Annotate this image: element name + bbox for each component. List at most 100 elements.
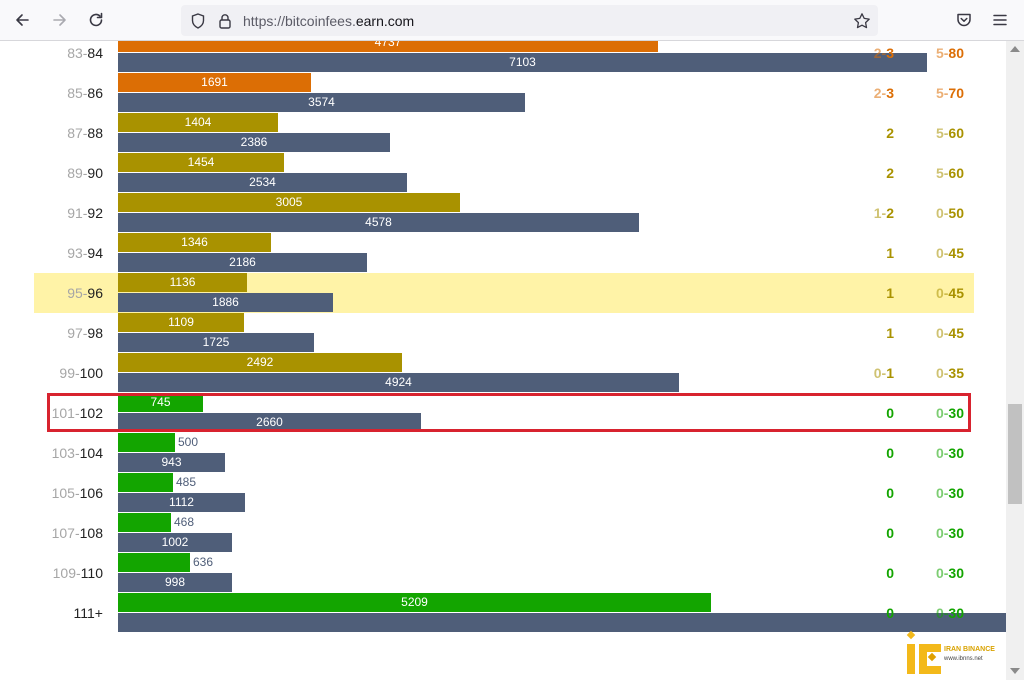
time-minutes-high: 30	[948, 485, 964, 501]
fee-range-high: 106	[79, 485, 103, 501]
bookmark-star-icon[interactable]	[853, 12, 871, 30]
tx-24h-bar: 2386	[118, 133, 390, 152]
bar-value: 1691	[201, 75, 228, 89]
url-text[interactable]: https://bitcoinfees.earn.com	[243, 13, 414, 29]
tx-24h-bar: 1886	[118, 293, 333, 312]
delay-blocks: 0	[846, 473, 894, 513]
address-bar[interactable]: https://bitcoinfees.earn.com	[181, 5, 878, 36]
bar-value: 485	[176, 475, 197, 489]
unconfirmed-tx-bar: 1404	[118, 113, 278, 132]
fee-range-high: 84	[87, 45, 103, 61]
bar-value: 4924	[385, 375, 412, 389]
reload-button[interactable]	[82, 6, 110, 34]
fee-range-low: 107-	[51, 525, 80, 541]
tx-24h-bar: 2534	[118, 173, 407, 192]
back-button[interactable]	[8, 6, 36, 34]
bar-value: 998	[164, 575, 186, 589]
delay-blocks-high: 0	[886, 565, 894, 581]
delay-blocks-high: 1	[886, 245, 894, 261]
time-minutes-low: 0-	[935, 565, 949, 581]
url-prefix: https://bitcoinfees.	[243, 13, 356, 29]
time-minutes-high: 30	[948, 525, 964, 541]
fee-row[interactable]: 85-86 1691 3574 2-3 5-70	[34, 73, 974, 113]
bar-value: 3005	[275, 195, 303, 209]
scroll-down-arrow-icon[interactable]	[1010, 668, 1020, 674]
back-arrow-icon	[16, 14, 29, 26]
fee-row[interactable]: 99-100 2492 4924 0-1 0-35	[34, 353, 974, 393]
unconfirmed-tx-bar: 1454	[118, 153, 284, 172]
browser-toolbar: https://bitcoinfees.earn.com	[0, 0, 1024, 41]
vertical-scrollbar[interactable]	[1006, 41, 1024, 680]
delay-blocks: 1	[846, 233, 894, 273]
unconfirmed-tx-bar: 1691	[118, 73, 311, 92]
fee-range-label: 107-108	[34, 513, 103, 553]
delay-blocks-high: 0	[886, 525, 894, 541]
fee-row[interactable]: 95-96 1136 1886 1 0-45	[34, 273, 974, 313]
fee-row[interactable]: 111+52091710900-30	[34, 593, 1006, 633]
app-menu-button[interactable]	[986, 6, 1014, 34]
fee-range-high: 104	[79, 445, 103, 461]
time-minutes-high: 45	[948, 245, 964, 261]
delay-blocks-high: 0	[886, 485, 894, 501]
pocket-button[interactable]	[950, 6, 978, 34]
bar-value: 1346	[181, 235, 208, 249]
fee-row[interactable]: 105-106 485 1112 0 0-30	[34, 473, 974, 513]
scrollbar-thumb[interactable]	[1008, 404, 1022, 504]
time-minutes-low: 0-	[935, 285, 949, 301]
fee-range-low: 99-	[59, 365, 80, 381]
delay-blocks: 1	[846, 273, 894, 313]
hamburger-menu-icon	[993, 14, 1007, 26]
bar-value: 468	[174, 515, 195, 529]
fee-row[interactable]: 93-94 1346 2186 1 0-45	[34, 233, 974, 273]
time-minutes: 0-30	[906, 473, 964, 513]
time-minutes-low: 0-	[935, 325, 949, 341]
unconfirmed-tx-bar: 485	[118, 473, 196, 492]
fee-row[interactable]: 87-88 1404 2386 2 5-60	[34, 113, 974, 153]
unconfirmed-tx-bar: 636	[118, 553, 213, 572]
lock-icon[interactable]	[216, 12, 234, 30]
forward-button[interactable]	[46, 6, 74, 34]
time-minutes: 0-50	[906, 193, 964, 233]
tracking-shield-icon[interactable]	[189, 12, 207, 30]
time-minutes-low: 0-	[935, 605, 949, 621]
tx-24h-bar: 1002	[118, 533, 232, 552]
fee-range-high: 100	[79, 365, 103, 381]
fee-range-low: 105-	[51, 485, 80, 501]
fee-row[interactable]: 103-104 500 943 0 0-30	[34, 433, 974, 473]
bar-value: 943	[161, 455, 182, 469]
fee-range-high: 86	[87, 85, 103, 101]
time-minutes-low: 0-	[935, 445, 949, 461]
bar-value: 1112	[169, 495, 194, 509]
delay-blocks: 0	[846, 553, 894, 593]
time-minutes-low: 0-	[935, 245, 949, 261]
fee-range-label: 95-96	[34, 273, 103, 313]
fee-row[interactable]: 89-90 1454 2534 2 5-60	[34, 153, 974, 193]
delay-blocks-high: 1	[886, 365, 894, 381]
delay-blocks-low: 2-	[873, 85, 887, 101]
delay-blocks: 2-3	[846, 73, 894, 113]
fee-row[interactable]: 97-98 1109 1725 1 0-45	[34, 313, 974, 353]
fee-range-low: 109-	[52, 565, 81, 581]
bar-value: 4737	[374, 41, 402, 49]
delay-blocks: 0-1	[846, 353, 894, 393]
unconfirmed-tx-bar: 3005	[118, 193, 460, 212]
fee-range-label: 111+	[34, 593, 103, 633]
bar-value: 2386	[240, 135, 268, 149]
time-minutes: 5-80	[906, 41, 964, 73]
fee-range-label: 105-106	[34, 473, 103, 513]
time-minutes-high: 60	[948, 165, 964, 181]
time-minutes: 0-30	[906, 513, 964, 553]
unconfirmed-tx-bar: 1109	[118, 313, 244, 332]
fee-row[interactable]: 83-84 4737 7103 2-3 5-80	[34, 41, 974, 73]
time-minutes-low: 5-	[935, 125, 949, 141]
fee-row[interactable]: 91-92 3005 4578 1-2 0-50	[34, 193, 974, 233]
delay-blocks: 1-2	[846, 193, 894, 233]
fee-range-high: 92	[87, 205, 103, 221]
fee-row[interactable]: 109-110 636 998 0 0-30	[34, 553, 974, 593]
logo-site: www.ibnns.net	[944, 656, 983, 662]
fee-row[interactable]: 107-108 468 1002 0 0-30	[34, 513, 974, 553]
delay-blocks-high: 2	[886, 205, 894, 221]
fee-range-high: 98	[87, 325, 103, 341]
tx-24h-bar: 1725	[118, 333, 314, 352]
scroll-up-arrow-icon[interactable]	[1010, 46, 1020, 52]
